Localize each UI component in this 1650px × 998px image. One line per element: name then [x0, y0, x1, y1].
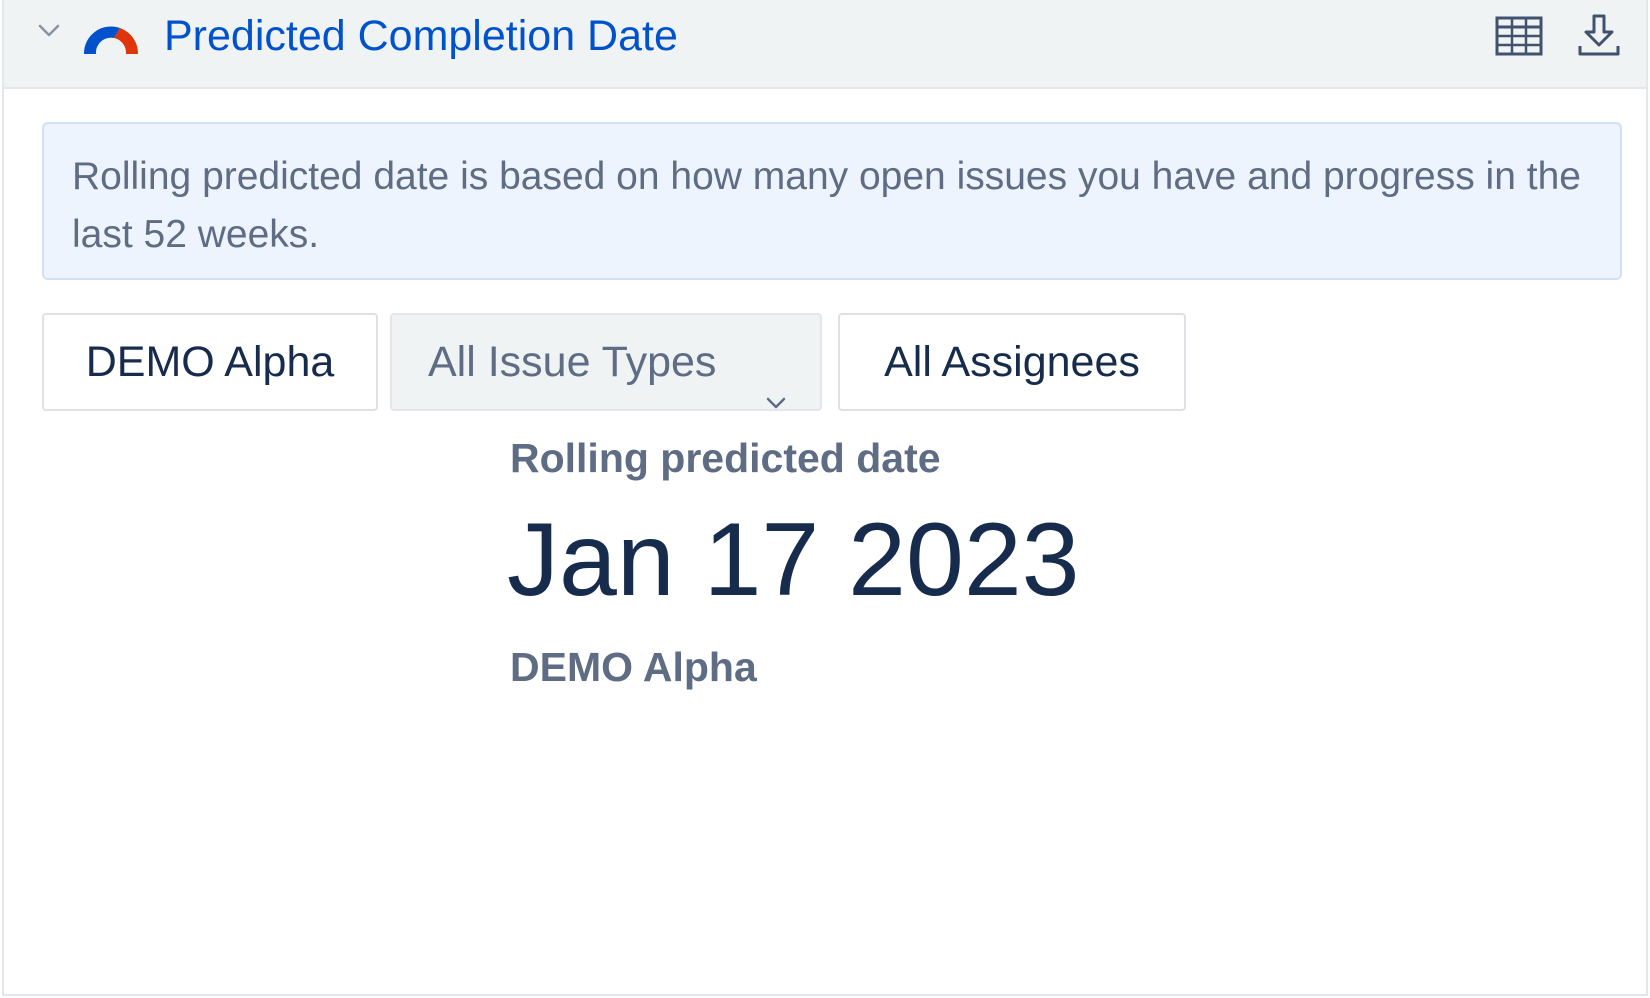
issue-types-label: All Issue Types: [428, 338, 717, 386]
gadget-title[interactable]: Predicted Completion Date: [164, 10, 678, 62]
result-project-name: DEMO Alpha: [510, 644, 757, 690]
gadget-header: Predicted Completion Date: [4, 0, 1646, 89]
assignees-filter-button[interactable]: All Assignees: [838, 313, 1186, 411]
chevron-down-icon: [762, 353, 790, 409]
info-banner: Rolling predicted date is based on how m…: [42, 122, 1622, 280]
table-icon[interactable]: [1492, 10, 1546, 64]
chevron-down-icon[interactable]: [32, 14, 66, 48]
gauge-logo-icon: [80, 18, 142, 56]
issue-types-dropdown[interactable]: All Issue Types: [390, 313, 822, 411]
predicted-date: Jan 17 2023: [507, 502, 1080, 618]
predicted-completion-gadget: Predicted Completion Date Rolling predic…: [2, 0, 1648, 996]
result-label: Rolling predicted date: [510, 435, 941, 481]
download-icon[interactable]: [1572, 10, 1626, 64]
project-filter-button[interactable]: DEMO Alpha: [42, 313, 378, 411]
